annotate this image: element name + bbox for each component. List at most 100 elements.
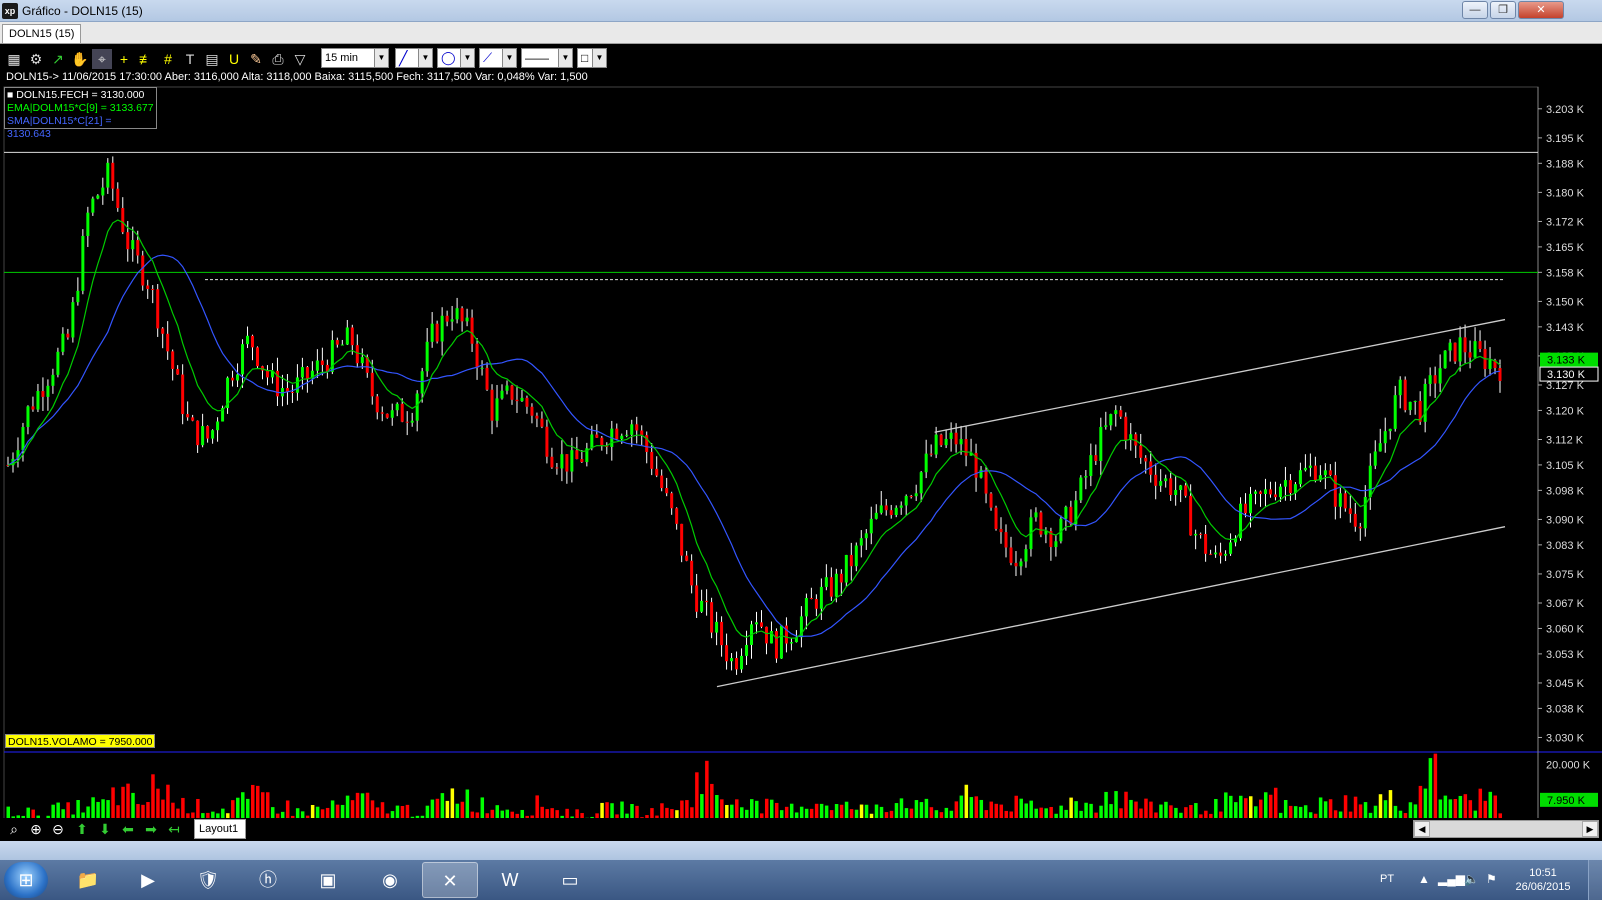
candle-body <box>1333 475 1337 507</box>
candle-body <box>520 397 524 402</box>
candle-body <box>1084 476 1088 478</box>
zoom-in-icon[interactable]: ⊕ <box>26 819 46 839</box>
candle-body <box>989 493 993 508</box>
candle-body <box>984 469 988 494</box>
candle-body <box>1358 526 1362 529</box>
price-tick-label: 3.030 K <box>1546 732 1585 744</box>
candle-body <box>759 622 763 627</box>
candle-body <box>849 554 853 567</box>
clock-date: 26/06/2015 <box>1515 881 1571 893</box>
candle-body <box>1014 562 1018 567</box>
candle-body <box>460 308 464 322</box>
candle-body <box>929 453 933 455</box>
candle-body <box>265 370 269 378</box>
tray-clock[interactable]: 10:51 26/06/2015 <box>1512 866 1574 894</box>
candle-body <box>470 317 474 344</box>
candle-body <box>415 393 419 421</box>
candle-body <box>1458 337 1462 362</box>
word-taskbar-icon[interactable]: W <box>482 862 538 898</box>
candle-body <box>1323 470 1327 476</box>
zoom-icon[interactable]: ⌕ <box>4 819 24 839</box>
candle-body <box>156 289 160 329</box>
candle-body <box>101 187 105 196</box>
candle-body <box>1283 480 1287 487</box>
network-taskbar-icon[interactable]: 🛡 <box>180 862 236 898</box>
show-desktop-button[interactable] <box>1588 860 1602 900</box>
candle-body <box>804 597 808 617</box>
candle-body <box>206 426 210 439</box>
candle-body <box>1378 443 1382 452</box>
legend-close-text: DOLN15.FECH = 3130.000 <box>16 89 145 101</box>
media-player-taskbar-icon[interactable]: ▶ <box>120 862 176 898</box>
candle-body <box>575 450 579 459</box>
volume-bar <box>705 760 709 823</box>
explorer-taskbar-icon[interactable]: 📁 <box>60 862 116 898</box>
volume-bar <box>1428 758 1433 823</box>
candle-body <box>251 335 255 348</box>
zoom-out-icon[interactable]: ⊖ <box>48 819 68 839</box>
picture-taskbar-icon[interactable]: ▭ <box>542 862 598 898</box>
scroll-left-button[interactable]: ◀ <box>1414 821 1430 837</box>
candle-body <box>360 357 364 364</box>
candle-body <box>1453 342 1457 362</box>
candle-body <box>340 344 344 346</box>
candle-body <box>545 426 549 457</box>
chart-bottom-bar: ⌕ ⊕ ⊖ ⬆ ⬇ ⬅ ➡ ↤ Layout1 ◀ ▶ <box>0 818 1602 840</box>
tray-expand-icon[interactable]: ▲ <box>1418 872 1430 886</box>
candle-body <box>1069 506 1073 525</box>
candle-body <box>640 430 644 436</box>
candle-body <box>1278 486 1282 498</box>
arrow-right-icon[interactable]: ➡ <box>141 819 161 839</box>
candle-body <box>944 438 948 446</box>
candle-body <box>1184 485 1188 496</box>
candle-body <box>1024 549 1028 562</box>
candle-body <box>1169 478 1173 496</box>
candle-body <box>410 420 414 423</box>
arrow-home-icon[interactable]: ↤ <box>164 819 184 839</box>
arrow-up-icon[interactable]: ⬆ <box>72 819 92 839</box>
candle-body <box>764 626 768 644</box>
flag-icon[interactable]: ⚑ <box>1486 872 1497 886</box>
price-tick-label: 3.120 K <box>1546 405 1585 417</box>
candle-body <box>91 198 95 213</box>
candle-body <box>1288 480 1292 494</box>
volume-icon[interactable]: 🔈 <box>1464 872 1479 886</box>
candle-body <box>1363 496 1367 529</box>
price-tick-label: 3.090 K <box>1546 514 1585 526</box>
candle-body <box>186 414 190 418</box>
candle-body <box>914 493 918 497</box>
price-tick-label: 3.127 K <box>1546 380 1585 392</box>
candle-body <box>1119 410 1123 417</box>
arrow-left-icon[interactable]: ⬅ <box>118 819 138 839</box>
layout-tab[interactable]: Layout1 <box>194 819 246 839</box>
arrow-down-icon[interactable]: ⬇ <box>95 819 115 839</box>
candle-body <box>745 644 749 656</box>
candle-body <box>680 523 684 556</box>
chrome-taskbar-icon[interactable]: ◉ <box>362 862 418 898</box>
signal-icon[interactable]: ▂▄▆ <box>1438 872 1465 886</box>
price-chart[interactable]: 3.203 K 3.195 K 3.188 K 3.180 K 3.172 K 3.165… <box>0 0 1602 840</box>
windows-start-button[interactable]: ⊞ <box>4 862 48 898</box>
candle-body <box>964 439 968 456</box>
candle-body <box>894 507 898 515</box>
candle-body <box>211 430 215 439</box>
candle-body <box>1423 383 1427 422</box>
candle-body <box>86 212 90 236</box>
candle-body <box>300 367 304 378</box>
scroll-right-button[interactable]: ▶ <box>1582 821 1598 837</box>
language-indicator[interactable]: PT <box>1380 873 1394 885</box>
candle-body <box>1244 503 1248 514</box>
xp-taskbar-icon[interactable]: ✕ <box>422 862 478 898</box>
candle-body <box>1403 379 1407 411</box>
price-tick-label: 3.067 K <box>1546 598 1585 610</box>
candle-body <box>345 327 349 345</box>
price-tick-label: 3.098 K <box>1546 485 1585 497</box>
candle-body <box>1194 533 1198 536</box>
candle-body <box>1328 470 1332 476</box>
candle-body <box>939 434 943 446</box>
horizontal-scrollbar[interactable]: ◀ ▶ <box>1413 820 1599 838</box>
candle-body <box>814 599 818 609</box>
tool-taskbar-icon[interactable]: ▣ <box>300 862 356 898</box>
hp-taskbar-icon[interactable]: ⓗ <box>240 862 296 898</box>
candle-body <box>1019 561 1023 567</box>
